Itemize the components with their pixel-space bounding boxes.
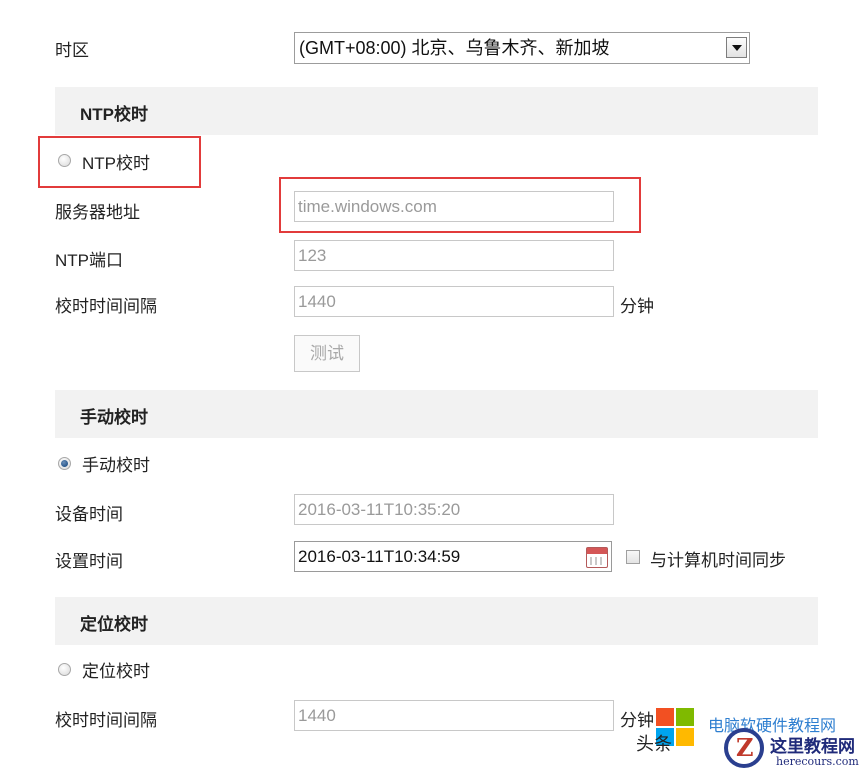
watermark: 头条 电脑软硬件教程网 这里教程网 herecours.com — [636, 708, 859, 773]
ntp-interval-input[interactable]: 1440 — [294, 286, 614, 317]
section-ntp-header: NTP校时 — [55, 87, 818, 135]
set-time-input[interactable]: 2016-03-11T10:34:59 — [294, 541, 612, 572]
ntp-interval-label: 校时时间间隔 — [55, 297, 157, 316]
radio-manual[interactable] — [58, 457, 71, 470]
server-address-label: 服务器地址 — [55, 203, 140, 222]
radio-manual-label[interactable]: 手动校时 — [82, 451, 150, 476]
sync-computer-time-label[interactable]: 与计算机时间同步 — [650, 546, 786, 571]
gps-interval-label: 校时时间间隔 — [55, 711, 157, 730]
ntp-port-input[interactable]: 123 — [294, 240, 614, 271]
calendar-icon[interactable] — [586, 547, 608, 568]
dropdown-arrow-icon[interactable] — [726, 37, 747, 58]
device-time-input: 2016-03-11T10:35:20 — [294, 494, 614, 525]
watermark-site-url: herecours.com — [776, 755, 859, 768]
device-time-label: 设备时间 — [55, 505, 123, 524]
section-ntp-title: NTP校时 — [80, 105, 148, 124]
ntp-port-label: NTP端口 — [55, 251, 123, 270]
timezone-select[interactable]: (GMT+08:00) 北京、乌鲁木齐、新加坡 — [294, 32, 750, 64]
site-logo-icon — [724, 728, 764, 768]
section-gps-title: 定位校时 — [80, 615, 148, 634]
watermark-text-left: 头条 — [636, 734, 672, 754]
timezone-label: 时区 — [55, 41, 89, 60]
set-time-label: 设置时间 — [55, 552, 123, 571]
watermark-site-name: 这里教程网 — [770, 737, 855, 757]
highlight-box-ntp-radio — [38, 136, 201, 188]
section-manual-header: 手动校时 — [55, 390, 818, 438]
test-button[interactable]: 测试 — [294, 335, 360, 372]
gps-interval-input[interactable]: 1440 — [294, 700, 614, 731]
ntp-interval-unit: 分钟 — [620, 297, 654, 316]
sync-computer-time-checkbox[interactable] — [626, 550, 640, 564]
highlight-box-server-address — [279, 177, 641, 233]
section-gps-header: 定位校时 — [55, 597, 818, 645]
radio-gps-label[interactable]: 定位校时 — [82, 657, 150, 682]
radio-gps[interactable] — [58, 663, 71, 676]
timezone-selected-value: (GMT+08:00) 北京、乌鲁木齐、新加坡 — [299, 38, 610, 58]
section-manual-title: 手动校时 — [80, 408, 148, 427]
